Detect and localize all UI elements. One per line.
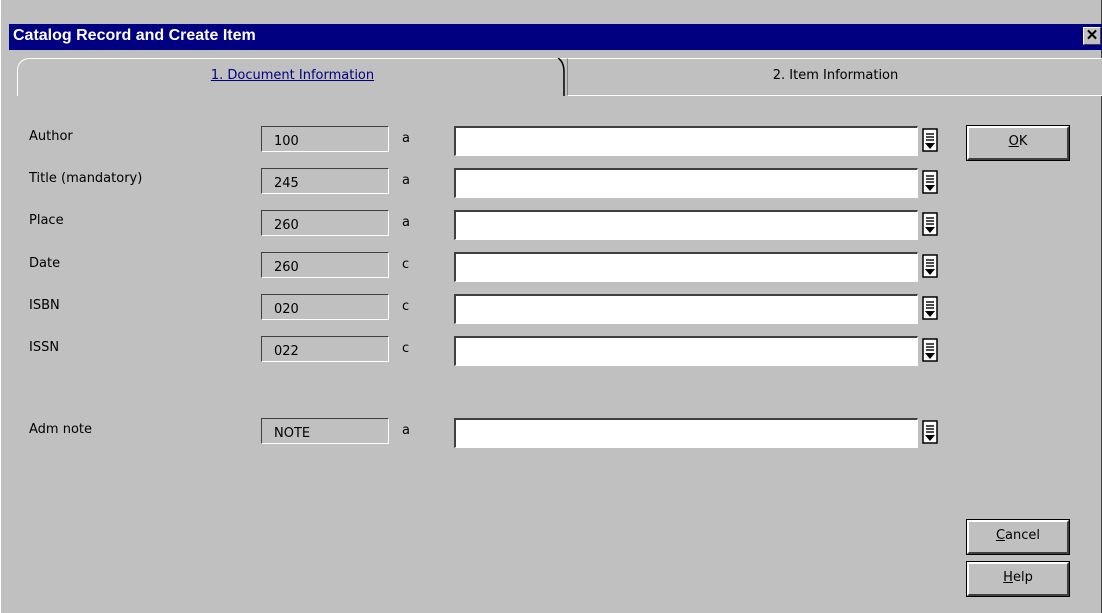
isbn-tag: 020 xyxy=(261,294,389,320)
tab-document-information[interactable]: 1. Document Information xyxy=(17,58,567,96)
issn-field[interactable] xyxy=(454,336,918,366)
author-label: Author xyxy=(29,129,73,144)
dropdown-list-icon[interactable] xyxy=(922,170,940,196)
dropdown-list-icon[interactable] xyxy=(922,420,940,446)
tab-label: 1. Document Information xyxy=(210,68,375,83)
isbn-label: ISBN xyxy=(29,298,60,313)
place-field[interactable] xyxy=(454,210,918,240)
close-icon[interactable]: ✕ xyxy=(1083,27,1101,45)
author-tag: 100 xyxy=(261,126,389,152)
help-label: elp xyxy=(1012,570,1033,585)
ok-button[interactable]: OK xyxy=(966,125,1070,161)
issn-subfield: c xyxy=(402,341,410,356)
ok-mnemonic: O xyxy=(1008,134,1019,149)
adm-note-tag: NOTE xyxy=(261,418,389,444)
dropdown-list-icon[interactable] xyxy=(922,296,940,322)
dropdown-list-icon[interactable] xyxy=(922,128,940,154)
title-bar[interactable]: Catalog Record and Create Item ✕ xyxy=(9,24,1102,50)
date-label: Date xyxy=(29,256,61,271)
dropdown-list-icon[interactable] xyxy=(922,338,940,364)
date-field[interactable] xyxy=(454,252,918,282)
tab-item-information[interactable]: 2. Item Information xyxy=(567,58,1102,96)
cancel-button[interactable]: Cancel xyxy=(966,519,1070,555)
author-subfield: a xyxy=(402,131,410,146)
isbn-subfield: c xyxy=(402,299,410,314)
cancel-mnemonic: C xyxy=(995,528,1006,543)
author-field[interactable] xyxy=(454,126,918,156)
dropdown-list-icon[interactable] xyxy=(922,254,940,280)
adm-note-label: Adm note xyxy=(29,422,93,437)
place-tag: 260 xyxy=(261,210,389,236)
adm-note-subfield: a xyxy=(402,423,410,438)
isbn-field[interactable] xyxy=(454,294,918,324)
place-label: Place xyxy=(29,213,64,228)
adm-note-field[interactable] xyxy=(454,418,918,448)
title-field[interactable] xyxy=(454,168,918,198)
window-title: Catalog Record and Create Item xyxy=(13,27,256,44)
place-subfield: a xyxy=(402,215,410,230)
date-subfield: c xyxy=(402,257,410,272)
form-area: Author 100 a OK Title (mandatory) 245 a … xyxy=(1,96,1102,613)
issn-tag: 022 xyxy=(261,336,389,362)
issn-label: ISSN xyxy=(29,340,60,355)
cancel-label: ancel xyxy=(1005,528,1041,543)
help-mnemonic: H xyxy=(1003,570,1013,585)
dropdown-list-icon[interactable] xyxy=(922,212,940,238)
tab-label: 2. Item Information xyxy=(772,68,899,83)
title-label: Title (mandatory) xyxy=(29,171,143,186)
ok-label: K xyxy=(1018,134,1028,149)
dialog-window: Catalog Record and Create Item ✕ 1. Docu… xyxy=(0,0,1102,613)
help-button[interactable]: Help xyxy=(966,561,1070,597)
tab-divider-icon xyxy=(557,58,565,96)
date-tag: 260 xyxy=(261,252,389,278)
tab-strip: 1. Document Information 2. Item Informat… xyxy=(9,52,1102,96)
title-tag: 245 xyxy=(261,168,389,194)
title-subfield: a xyxy=(402,173,410,188)
